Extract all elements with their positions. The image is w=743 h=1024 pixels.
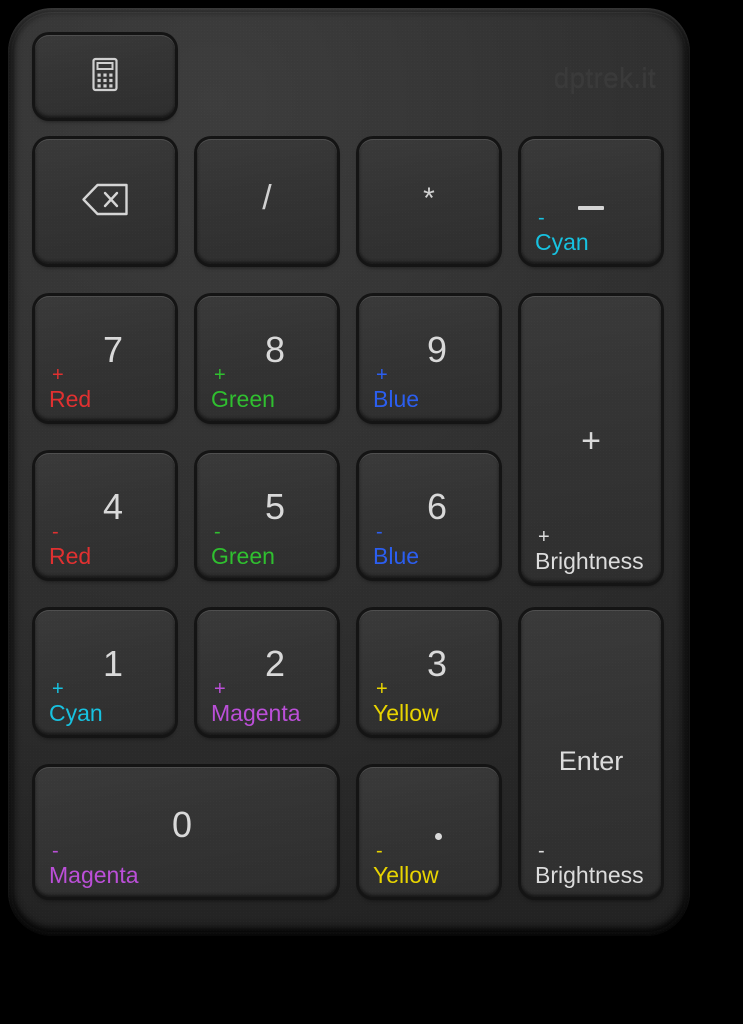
key-4-sign: - <box>52 521 59 543</box>
key-0-word: Magenta <box>49 862 139 888</box>
key-1-word: Cyan <box>49 700 103 726</box>
key-plus-sign: + <box>538 526 550 548</box>
key-2-legend: + Magenta <box>211 678 301 726</box>
key-minus-sign: - <box>538 207 545 229</box>
key-plus-word: Brightness <box>535 548 644 574</box>
key-multiply[interactable]: * <box>359 139 499 264</box>
key-2-sign: + <box>214 678 226 700</box>
key-4-legend: - Red <box>49 521 92 569</box>
key-minus-legend: - Cyan <box>535 207 589 255</box>
key-5[interactable]: 5 - Green <box>197 453 337 578</box>
key-6[interactable]: 6 - Blue <box>359 453 499 578</box>
key-3-label: 3 <box>426 643 448 684</box>
key-3-sign: + <box>376 678 388 700</box>
key-2-word: Magenta <box>211 700 301 726</box>
decimal-point-icon <box>435 833 442 840</box>
key-backspace[interactable] <box>35 139 175 264</box>
key-7-word: Red <box>49 386 92 412</box>
key-6-word: Blue <box>373 543 420 569</box>
key-plus-label: + <box>581 422 601 460</box>
key-8-sign: + <box>214 364 226 386</box>
key-1-legend: + Cyan <box>49 678 103 726</box>
key-8-word: Green <box>211 386 275 412</box>
key-8-legend: + Green <box>211 364 275 412</box>
key-0-sign: - <box>52 840 59 862</box>
key-enter-sign: - <box>538 840 545 862</box>
key-0-legend: - Magenta <box>49 840 139 888</box>
key-5-label: 5 <box>264 486 286 527</box>
key-9[interactable]: 9 + Blue <box>359 296 499 421</box>
key-divide-label: / <box>262 179 272 217</box>
key-1[interactable]: 1 + Cyan <box>35 610 175 735</box>
minus-sign-icon <box>578 206 604 210</box>
key-enter[interactable]: Enter - Brightness <box>521 610 661 897</box>
key-8[interactable]: 8 + Green <box>197 296 337 421</box>
key-9-label: 9 <box>426 329 448 370</box>
key-6-legend: - Blue <box>373 521 420 569</box>
key-enter-label: Enter <box>558 746 624 776</box>
key-1-sign: + <box>52 678 64 700</box>
key-minus-word: Cyan <box>535 229 589 255</box>
key-0[interactable]: 0 - Magenta <box>35 767 337 897</box>
key-6-sign: - <box>376 521 383 543</box>
key-multiply-label: * <box>423 182 435 215</box>
key-2-label: 2 <box>264 643 286 684</box>
calculator-icon <box>92 57 118 96</box>
key-7-legend: + Red <box>49 364 92 412</box>
key-divide[interactable]: / <box>197 139 337 264</box>
key-5-word: Green <box>211 543 275 569</box>
key-plus[interactable]: + + Brightness <box>521 296 661 583</box>
key-decimal-sign: - <box>376 840 383 862</box>
key-enter-legend: - Brightness <box>535 840 644 888</box>
key-7-label: 7 <box>102 329 124 370</box>
key-3-legend: + Yellow <box>373 678 439 726</box>
key-5-sign: - <box>214 521 221 543</box>
key-1-label: 1 <box>102 643 124 684</box>
brand-watermark: dptrek.it <box>553 62 656 93</box>
key-3[interactable]: 3 + Yellow <box>359 610 499 735</box>
key-decimal-legend: - Yellow <box>373 840 439 888</box>
key-9-word: Blue <box>373 386 420 412</box>
key-0-label: 0 <box>171 804 193 845</box>
key-2[interactable]: 2 + Magenta <box>197 610 337 735</box>
key-7-sign: + <box>52 364 64 386</box>
backspace-icon <box>81 182 129 221</box>
key-8-label: 8 <box>264 329 286 370</box>
key-decimal[interactable]: - Yellow <box>359 767 499 897</box>
key-enter-word: Brightness <box>535 862 644 888</box>
keypad-device: dptrek.it / * - Cyan 7 + Red 8 + Green 9… <box>8 8 690 936</box>
key-6-label: 6 <box>426 486 448 527</box>
key-9-legend: + Blue <box>373 364 420 412</box>
key-4-word: Red <box>49 543 92 569</box>
key-5-legend: - Green <box>211 521 275 569</box>
key-minus[interactable]: - Cyan <box>521 139 661 264</box>
key-3-word: Yellow <box>373 700 439 726</box>
key-decimal-word: Yellow <box>373 862 439 888</box>
key-4-label: 4 <box>102 486 124 527</box>
key-7[interactable]: 7 + Red <box>35 296 175 421</box>
key-calculator[interactable] <box>35 35 175 118</box>
key-4[interactable]: 4 - Red <box>35 453 175 578</box>
key-plus-legend: + Brightness <box>535 526 644 574</box>
key-9-sign: + <box>376 364 388 386</box>
